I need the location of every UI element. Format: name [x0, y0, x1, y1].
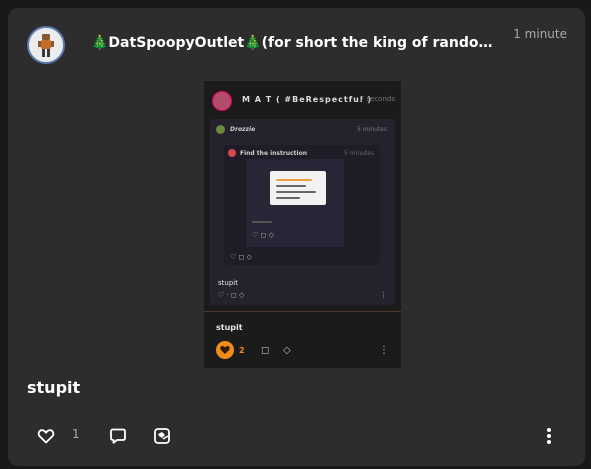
post-card: 🎄DatSpoopyOutlet🎄(for short the king of …: [8, 8, 585, 466]
embed-username: M A T ( #BeRespectful ): [242, 95, 373, 104]
nested-more-icon: ⋮: [380, 291, 387, 299]
share-button[interactable]: [152, 426, 172, 446]
nested-actions-icon: ♡ · ◻ ◇: [218, 291, 245, 299]
avatar-figure-icon: [29, 28, 63, 62]
embed-share-icon: ◇: [283, 345, 291, 356]
embed-more-icon: ⋮: [379, 345, 389, 356]
heart-outline-icon: [37, 429, 55, 444]
embed-reply-text: stupit: [216, 323, 243, 332]
embed-timestamp: 7 seconds: [359, 95, 395, 103]
embed-divider: [204, 311, 401, 312]
more-options-button[interactable]: [539, 426, 559, 446]
inner-username: Find the instruction: [240, 150, 307, 157]
embed-like-count: 2: [239, 346, 245, 355]
nested-avatar: [216, 125, 225, 134]
embed-nested-post-2: Find the instruction 5 minutes ♡ ◻ ◇ ♡ ◻…: [224, 145, 380, 265]
author-username[interactable]: 🎄DatSpoopyOutlet🎄(for short the king of …: [91, 35, 501, 51]
author-avatar[interactable]: [27, 26, 65, 64]
like-count: 1: [72, 427, 80, 441]
embed-avatar: [212, 91, 232, 111]
nested-timestamp: 5 minutes: [356, 126, 387, 133]
inner3-actions-icon: ♡ ◻ ◇: [252, 231, 274, 239]
embed-like-icon: [216, 341, 234, 359]
share-card-icon: [154, 428, 170, 444]
comment-button[interactable]: [108, 427, 128, 445]
nested-username: Drozzie: [230, 126, 256, 133]
inner-avatar: [228, 149, 236, 157]
inner-timestamp: 5 minutes: [343, 150, 374, 157]
like-button[interactable]: [36, 427, 56, 445]
post-text: stupit: [27, 378, 81, 397]
embedded-image[interactable]: M A T ( #BeRespectful ) 7 seconds Drozzi…: [204, 81, 401, 368]
embed-comment-icon: ◻: [261, 345, 270, 356]
post-timestamp: 1 minute: [513, 27, 567, 41]
vertical-ellipsis-icon: [547, 428, 551, 444]
post-actions: 1: [8, 421, 585, 449]
nested-post-text: stupit: [218, 279, 238, 287]
embed-dialog-thumbnail: [270, 171, 326, 205]
inner2-actions-icon: ♡ ◻ ◇: [230, 253, 252, 261]
embed-nested-post: Drozzie 5 minutes Find the instruction 5…: [210, 119, 395, 305]
speech-bubble-icon: [110, 428, 126, 444]
embed-nested-post-3: ♡ ◻ ◇: [246, 159, 344, 247]
